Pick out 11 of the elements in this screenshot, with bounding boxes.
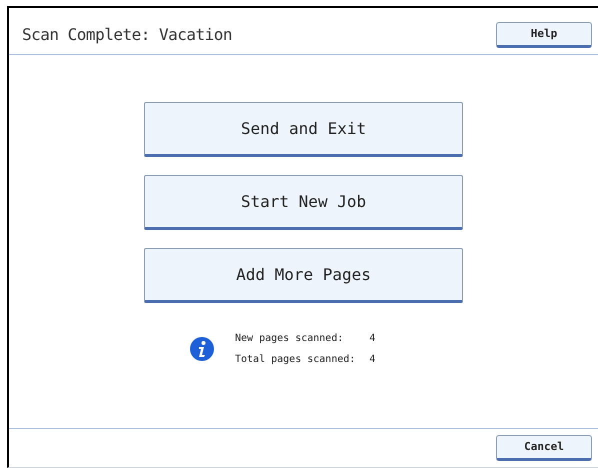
action-button[interactable]: Send and Exit (144, 102, 463, 157)
action-button[interactable]: Start New Job (144, 175, 463, 230)
info-label: New pages scanned: (235, 332, 344, 346)
cancel-button[interactable]: Cancel (496, 435, 592, 461)
info-icon (189, 336, 215, 362)
help-button[interactable]: Help (496, 22, 592, 48)
screen-title: Scan Complete: Vacation (22, 24, 232, 46)
info-label: Total pages scanned: (235, 353, 356, 367)
info-value: 4 (369, 332, 376, 346)
info-value: 4 (369, 353, 376, 367)
action-button[interactable]: Add More Pages (144, 248, 463, 303)
